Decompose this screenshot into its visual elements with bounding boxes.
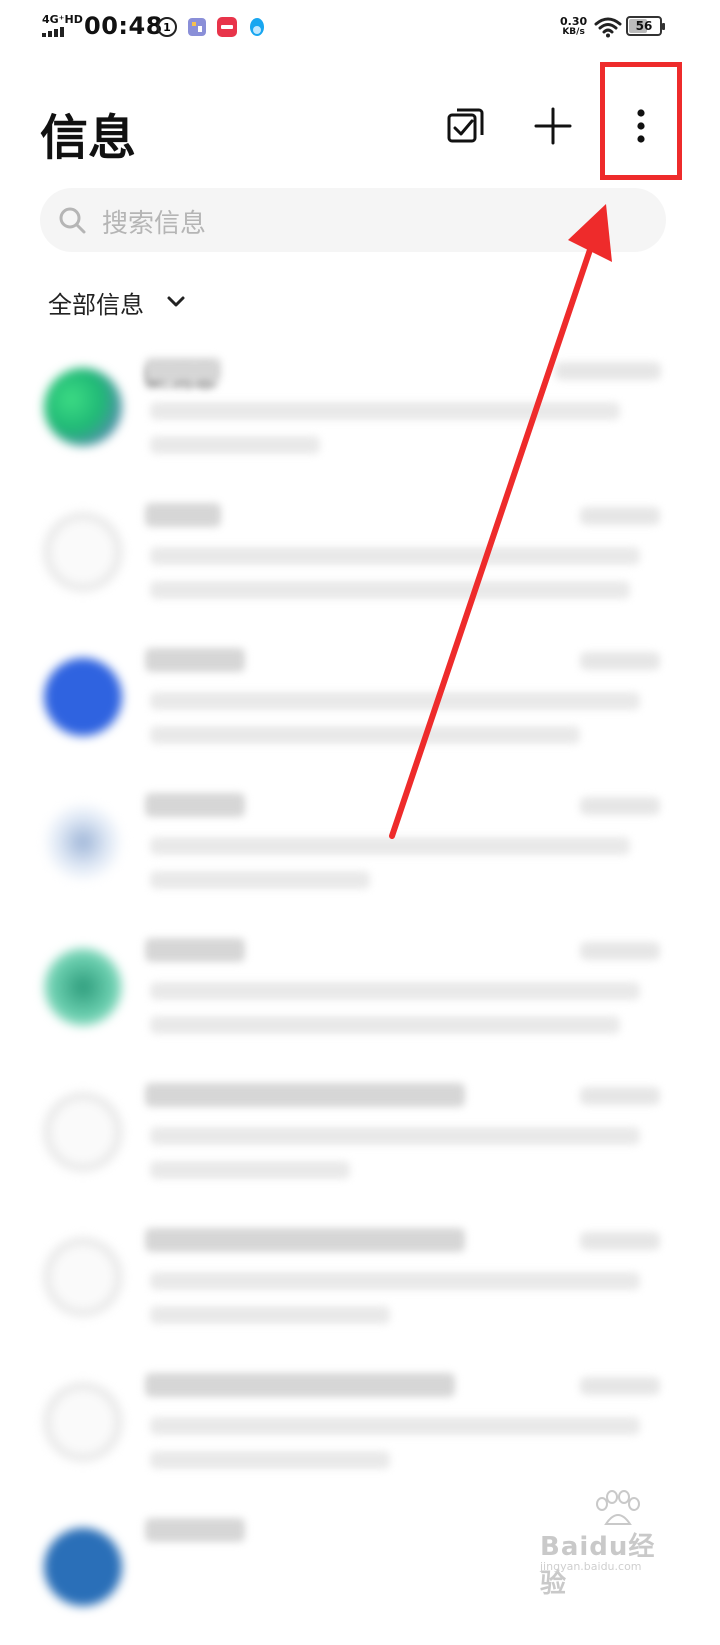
message-filter-dropdown[interactable]: 全部信息 [48,284,186,320]
network-speed: 0.30 KB/s [560,16,587,38]
search-placeholder: 搜索信息 [102,209,207,239]
list-item[interactable] [0,1210,720,1355]
conversation-preview [145,1123,645,1193]
conversation-preview [145,398,645,468]
avatar [44,1528,122,1606]
conversation-preview [145,833,645,903]
network-label: 4G⁺HD [42,13,83,26]
filter-label: 全部信息 [48,290,144,319]
avatar [44,1093,122,1171]
conversation-name: 新消息 [145,364,217,392]
avatar [44,1238,122,1316]
list-item[interactable] [0,775,720,920]
list-item[interactable] [0,1355,720,1500]
battery-icon: 56 [626,16,665,36]
network-indicator: 4G⁺HD [42,14,83,37]
conversation-preview [145,543,645,613]
list-item[interactable] [0,485,720,630]
speed-unit: KB/s [562,27,585,37]
app-notification-icon [188,18,206,36]
svg-text:1: 1 [163,21,171,34]
chevron-down-icon [167,296,185,307]
paw-logo-icon [596,1490,640,1525]
conversation-preview [145,688,645,758]
avatar [44,658,122,736]
conversation-preview [145,978,645,1048]
plus-icon [534,107,572,145]
conversation-preview [145,1268,645,1338]
edit-select-button[interactable] [440,100,492,152]
annotation-highlight-box [600,62,682,180]
list-item[interactable] [0,920,720,1065]
wifi-icon [594,17,622,38]
search-icon [59,207,86,234]
avatar [44,803,122,881]
avatar [44,948,122,1026]
speed-value: 0.30 [560,15,588,28]
edit-select-icon [447,108,484,143]
list-item[interactable]: 新消息 [0,340,720,485]
avatar [44,1383,122,1461]
battery-level: 56 [635,19,653,33]
clock: 00:48 [84,12,163,40]
list-item[interactable] [0,1065,720,1210]
data-saver-icon: 1 [157,17,177,37]
avatar [44,513,122,591]
conversation-preview [145,1413,645,1483]
status-bar: 4G⁺HD 00:48 1 0.30 KB/s 56 [0,0,720,56]
search-bar[interactable]: 搜索信息 [40,188,666,252]
signal-icon [42,27,64,37]
qq-penguin-icon [250,18,264,36]
watermark-url: jingyan.baidu.com [540,1560,642,1573]
page-title: 信息 [40,110,137,166]
list-item[interactable] [0,630,720,775]
avatar [44,368,122,446]
baidu-jingyan-watermark: Baidu经验 jingyan.baidu.com [540,1490,680,1599]
red-app-icon [217,17,237,37]
new-message-button[interactable] [527,100,579,152]
